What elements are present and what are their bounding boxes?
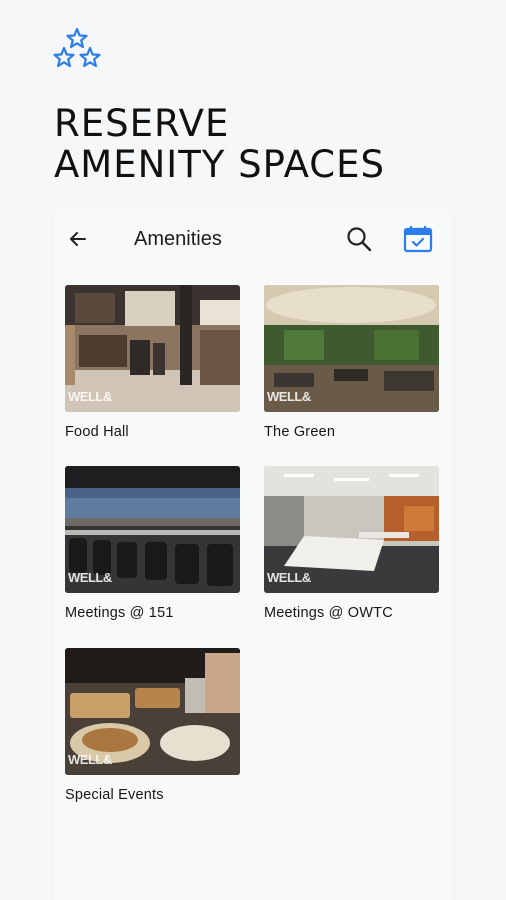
amenity-card-meetings-owtc[interactable]: WELL& Meetings @ OWTC [264,466,439,621]
brand-watermark: WELL& [267,389,311,404]
calendar-button[interactable] [403,225,433,253]
amenity-card-special-events[interactable]: WELL& Special Events [65,648,240,803]
app-bar-title: Amenities [134,228,222,250]
amenity-photo: WELL& [264,466,439,593]
search-button[interactable] [345,225,373,253]
back-button[interactable] [66,227,90,251]
promo-headline: RESERVE AMENITY SPACES [54,103,385,185]
arrow-left-icon [70,232,86,246]
app-screen: Amenities WELL& Food Hall WELL& The Gree… [54,208,452,900]
amenity-label: The Green [264,424,336,440]
brand-watermark: WELL& [68,752,112,767]
amenity-photo: WELL& [65,285,240,412]
app-bar: Amenities [54,208,452,270]
amenity-label: Meetings @ OWTC [264,605,393,621]
amenity-photo: WELL& [65,466,240,593]
amenity-label: Special Events [65,787,164,803]
amenity-label: Food Hall [65,424,129,440]
amenity-photo: WELL& [65,648,240,775]
amenity-card-food-hall[interactable]: WELL& Food Hall [65,285,240,440]
three-stars-logo-icon [52,26,102,72]
calendar-check-icon [403,226,433,253]
amenity-card-meetings-151[interactable]: WELL& Meetings @ 151 [65,466,240,621]
amenity-photo: WELL& [264,285,439,412]
brand-watermark: WELL& [68,570,112,585]
headline-line-1: RESERVE [54,102,230,145]
brand-watermark: WELL& [68,389,112,404]
search-icon [347,227,372,252]
brand-watermark: WELL& [267,570,311,585]
amenity-label: Meetings @ 151 [65,605,174,621]
headline-line-2: AMENITY SPACES [54,143,385,186]
amenity-card-the-green[interactable]: WELL& The Green [264,285,439,440]
